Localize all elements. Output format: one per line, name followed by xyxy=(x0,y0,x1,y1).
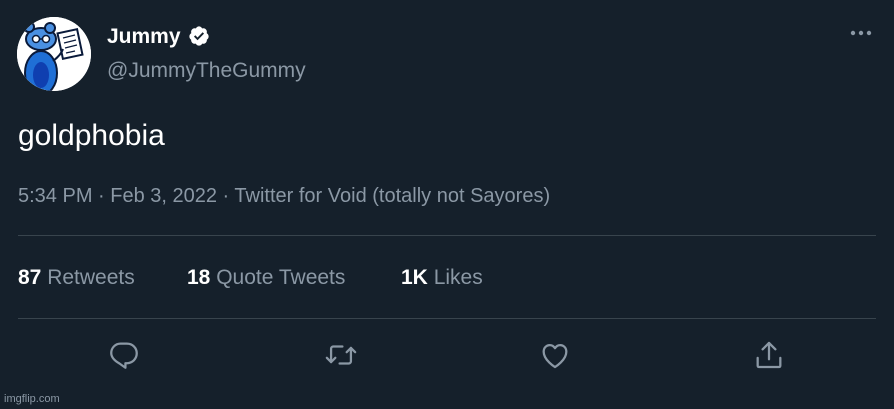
tweet-text: goldphobia xyxy=(18,119,165,152)
retweet-icon xyxy=(325,345,357,365)
retweets-label: Retweets xyxy=(47,266,135,289)
reply-button[interactable] xyxy=(107,338,141,372)
user-handle[interactable]: @JummyTheGummy xyxy=(107,58,306,84)
avatar[interactable] xyxy=(17,17,91,91)
verified-badge-icon xyxy=(188,25,210,47)
likes-label: Likes xyxy=(433,266,483,289)
retweets-stat[interactable]: 87 Retweets xyxy=(18,264,135,292)
likes-stat[interactable]: 1K Likes xyxy=(401,264,483,292)
display-name[interactable]: Jummy xyxy=(107,24,181,50)
blue-creature-avatar-icon xyxy=(17,17,91,91)
retweet-button[interactable] xyxy=(324,338,358,372)
quote-tweets-stat[interactable]: 18 Quote Tweets xyxy=(187,264,345,292)
share-icon xyxy=(756,341,782,369)
like-icon xyxy=(542,343,568,369)
tweet-meta[interactable]: 5:34 PM · Feb 3, 2022 · Twitter for Void… xyxy=(18,183,550,209)
likes-count: 1K xyxy=(401,266,428,289)
quote-tweets-count: 18 xyxy=(187,266,211,289)
share-button[interactable] xyxy=(752,338,786,372)
like-button[interactable] xyxy=(538,338,572,372)
more-options-icon[interactable] xyxy=(846,22,876,44)
divider xyxy=(18,318,876,319)
quote-tweets-label: Quote Tweets xyxy=(216,266,346,289)
reply-icon xyxy=(110,342,138,369)
watermark: imgflip.com xyxy=(4,393,60,405)
tweet-card: Jummy @JummyTheGummy goldphobia 5:34 PM … xyxy=(0,0,894,409)
retweets-count: 87 xyxy=(18,266,42,289)
divider xyxy=(18,235,876,236)
